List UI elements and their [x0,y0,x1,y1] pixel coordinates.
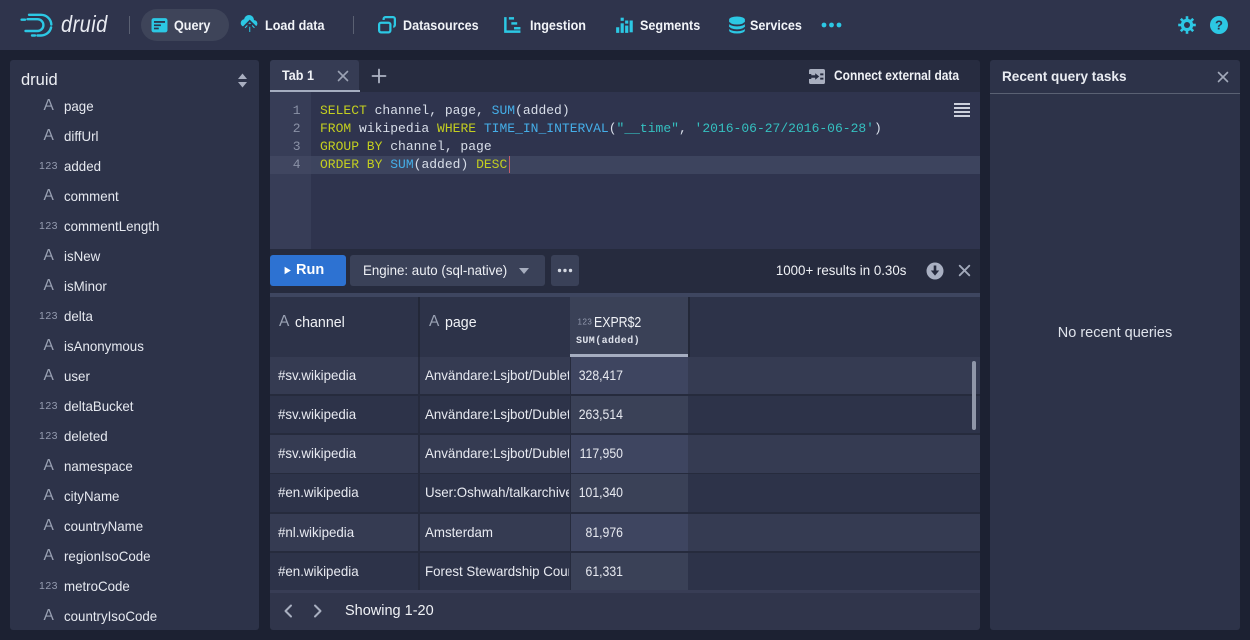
svg-text:?: ? [1215,18,1223,33]
